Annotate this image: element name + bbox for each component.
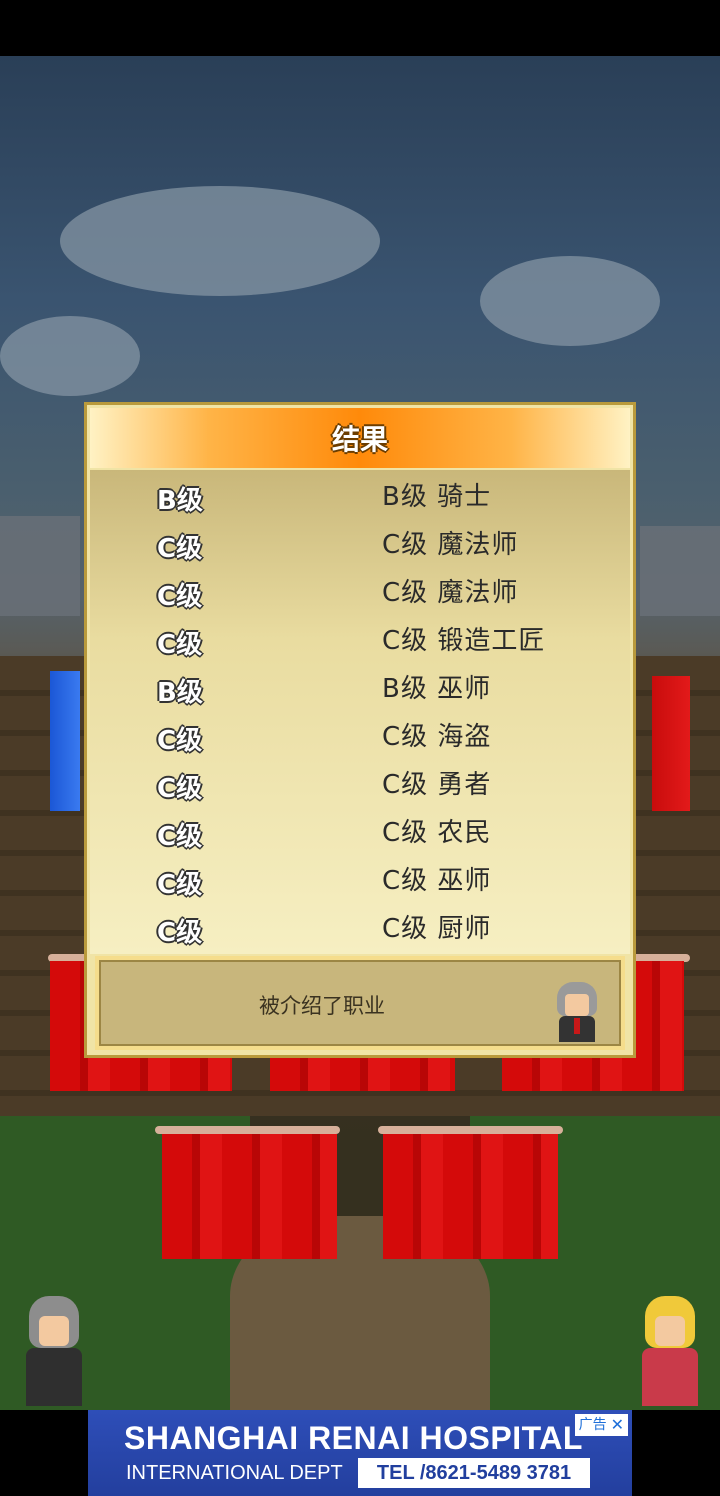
list-item: C级 C级 魔法师 [90,566,630,614]
grade-label: C级 [157,918,203,948]
list-item: C级 C级 魔法师 [90,518,630,566]
grade-label: C级 [157,822,203,852]
list-item: B级 B级 骑士 [90,470,630,518]
grade-label: C级 [157,582,203,612]
red-curtain [162,1134,337,1259]
blue-banner [50,671,80,811]
grade-label: C级 [157,774,203,804]
job-label: C级 勇者 [382,770,492,800]
result-dialog: 结果 B级 B级 骑士 C级 C级 魔法师 C级 C级 魔法师 C级 C级 锻造… [84,402,636,1058]
ad-title: SHANGHAI RENAI HOSPITAL [124,1420,583,1456]
list-item: C级 C级 农民 [90,806,630,854]
grade-label: C级 [157,534,203,564]
cloud [0,316,140,396]
grade-label: C级 [157,726,203,756]
ad-badge-label: 广告 [578,1417,607,1433]
cloud [60,186,380,296]
job-label: C级 魔法师 [382,530,519,560]
character-girl [630,1296,710,1406]
job-label: B级 巫师 [382,674,492,704]
job-label: B级 骑士 [382,482,492,512]
job-label: C级 魔法师 [382,578,519,608]
grade-label: B级 [157,486,203,516]
cloud [480,256,660,346]
red-curtain [383,1134,558,1259]
grade-label: C级 [157,870,203,900]
grade-label: C级 [157,630,203,660]
job-label: C级 锻造工匠 [382,626,546,656]
grade-label: B级 [157,678,203,708]
advisor-avatar-icon [553,982,601,1042]
red-banner [652,676,690,811]
dialog-title: 结果 [331,423,388,456]
job-label: C级 海盗 [382,722,492,752]
status-bar [0,0,720,56]
ad-phone: TEL /8621-5489 3781 [358,1458,590,1488]
list-item: C级 C级 海盗 [90,710,630,758]
ad-banner[interactable]: SHANGHAI RENAI HOSPITAL INTERNATIONAL DE… [88,1410,632,1496]
close-icon[interactable]: ✕ [611,1414,624,1436]
message-box[interactable]: 被介绍了职业 [95,956,625,1050]
building [0,516,80,616]
result-list: B级 B级 骑士 C级 C级 魔法师 C级 C级 魔法师 C级 C级 锻造工匠 … [90,470,630,954]
curtain-rod [155,1126,340,1134]
curtain-rod [378,1126,563,1134]
list-item: B级 B级 巫师 [90,662,630,710]
dialog-header: 结果 [90,408,630,468]
building [640,526,720,616]
ad-subtitle: INTERNATIONAL DEPT [126,1462,343,1484]
message-text: 被介绍了职业 [259,994,385,1018]
job-label: C级 巫师 [382,866,492,896]
list-item: C级 C级 勇者 [90,758,630,806]
job-label: C级 农民 [382,818,492,848]
job-label: C级 厨师 [382,914,492,944]
list-item: C级 C级 厨师 [90,902,630,950]
list-item: C级 C级 锻造工匠 [90,614,630,662]
character-elder [14,1296,94,1406]
list-item: C级 C级 巫师 [90,854,630,902]
ad-badge[interactable]: 广告 ✕ [574,1414,628,1436]
